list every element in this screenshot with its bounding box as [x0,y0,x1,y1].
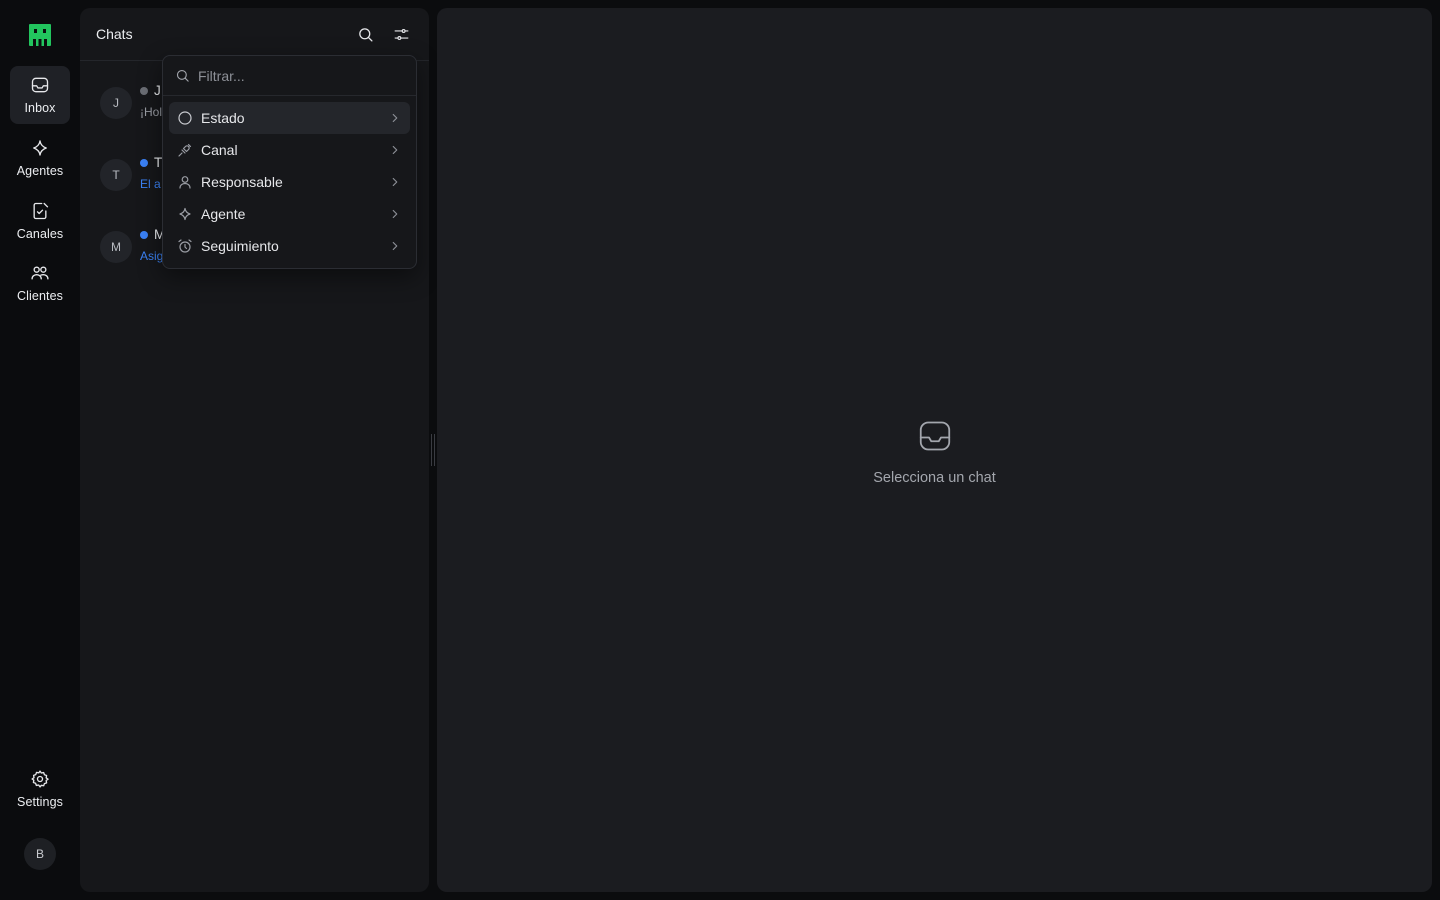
chat-avatar: J [100,87,132,119]
chat-preview: Asig [140,249,164,263]
users-icon [31,266,49,280]
nav-clientes[interactable]: Clientes [10,254,70,312]
panel-resize-handle[interactable] [431,434,435,466]
nav-canales-label: Canales [16,227,64,241]
filter-dropdown: Estado Canal Responsable [162,55,417,269]
channels-icon [33,202,49,220]
chevron-right-icon [388,175,402,189]
chat-avatar: M [100,231,132,263]
conversation-panel: Selecciona un chat [437,8,1432,892]
filter-option-seguimiento[interactable]: Seguimiento [169,230,410,262]
user-icon [177,174,193,190]
chat-name: J [154,83,161,98]
unread-status-dot [140,159,148,167]
sparkle-icon [177,206,193,222]
user-avatar[interactable]: B [24,838,56,870]
nav-clientes-label: Clientes [17,289,63,303]
sliders-icon [394,28,408,40]
left-rail: Inbox Agentes Canales Clientes Settings [0,0,80,900]
filter-option-label: Seguimiento [201,238,279,254]
nav-canales[interactable]: Canales [10,192,70,250]
chat-preview: ¡Hol [140,105,163,119]
circle-icon [177,110,193,126]
inbox-icon [919,421,950,451]
filter-input[interactable] [198,67,398,84]
chevron-right-icon [388,143,402,157]
filter-button[interactable] [389,22,413,46]
filter-options: Estado Canal Responsable Agente Seguimie… [163,96,416,268]
chats-title: Chats [96,26,133,42]
sparkle-icon [33,140,47,156]
empty-state-text: Selecciona un chat [873,470,996,486]
nav-inbox-label: Inbox [24,101,56,115]
search-icon [176,69,189,82]
gear-icon [31,770,49,788]
filter-option-estado[interactable]: Estado [169,102,410,134]
empty-state: Selecciona un chat [437,418,1432,486]
chat-avatar: T [100,159,132,191]
filter-option-label: Estado [201,110,245,126]
search-button[interactable] [353,22,377,46]
chat-name: T [154,155,163,170]
nav-settings[interactable]: Settings [10,760,70,818]
filter-option-label: Responsable [201,174,283,190]
alarm-icon [177,238,193,254]
nav-settings-label: Settings [17,795,63,809]
chats-header: Chats [80,8,429,61]
chat-preview: El a [140,177,161,191]
filter-option-agente[interactable]: Agente [169,198,410,230]
filter-option-label: Agente [201,206,246,222]
nav-agentes[interactable]: Agentes [10,129,70,187]
chevron-right-icon [388,111,402,125]
nav-inbox[interactable]: Inbox [10,66,70,124]
chevron-right-icon [388,207,402,221]
filter-option-canal[interactable]: Canal [169,134,410,166]
filter-option-label: Canal [201,142,238,158]
nav-agentes-label: Agentes [16,164,64,178]
inbox-icon [31,77,49,93]
unread-status-dot [140,231,148,239]
filter-search-bar [163,56,416,96]
search-icon [358,27,373,42]
plug-icon [177,142,193,158]
chevron-right-icon [388,239,402,253]
read-status-dot [140,87,148,95]
brand-logo-icon[interactable] [29,24,51,46]
filter-option-responsable[interactable]: Responsable [169,166,410,198]
